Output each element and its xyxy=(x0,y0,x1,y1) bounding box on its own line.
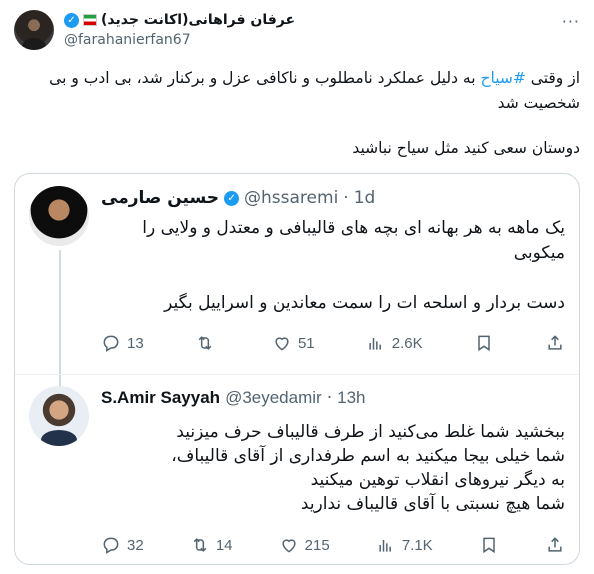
reply-handle[interactable]: @3eyedamir xyxy=(225,388,322,408)
like-icon xyxy=(282,539,296,553)
bookmark-button[interactable] xyxy=(479,535,499,555)
reply-line-1: ببخشید شما غلط می‌کنید از طرف قالیباف حر… xyxy=(176,422,565,442)
like-count: 215 xyxy=(304,536,330,554)
post-paragraph-1: از وقتی #سیاح به دلیل عملکرد نامطلوب و ن… xyxy=(14,66,580,116)
reply-time[interactable]: 13h xyxy=(337,388,365,408)
reply-author-name[interactable]: حسین صارمی xyxy=(101,188,219,208)
reply-text: ببخشید شما غلط می‌کنید از طرف قالیباف حر… xyxy=(101,420,565,516)
share-button[interactable] xyxy=(545,333,565,353)
reply-icon xyxy=(103,537,119,554)
views-icon xyxy=(379,540,391,552)
avatar[interactable] xyxy=(14,10,54,50)
more-icon[interactable]: ··· xyxy=(562,12,580,31)
quoted-reply[interactable]: S.Amir Sayyah @3eyedamir · 13h ببخشید شم… xyxy=(15,374,579,564)
views-count: 2.6K xyxy=(391,334,423,352)
post-header: ✓ عرفان فراهانی(اکانت جدید) @farahanierf… xyxy=(14,8,580,52)
bookmark-icon xyxy=(478,335,490,352)
share-icon xyxy=(548,537,562,552)
views-button[interactable]: 2.6K xyxy=(366,333,423,353)
reply-count: 32 xyxy=(127,536,144,554)
repost-icon xyxy=(193,538,207,552)
views-count: 7.1K xyxy=(401,536,433,554)
post-text: از وقتی #سیاح به دلیل عملکرد نامطلوب و ن… xyxy=(14,66,580,161)
views-icon xyxy=(369,338,381,350)
reply-paragraph-2: دست بردار و اسلحه ات را سمت معاندین و اس… xyxy=(164,293,565,313)
hashtag-link[interactable]: #سیاح xyxy=(480,69,525,87)
reply-count: 13 xyxy=(127,334,144,352)
reply-line-4: شما هیچ نسبتی با آقای قالیباف ندارید xyxy=(300,494,565,514)
reply-button[interactable]: 13 xyxy=(101,333,144,353)
avatar[interactable] xyxy=(29,386,89,446)
verified-icon: ✓ xyxy=(64,12,79,28)
reply-time[interactable]: 1d xyxy=(354,188,376,208)
action-bar: 32 14 215 7.1K xyxy=(101,534,565,556)
separator-dot: · xyxy=(343,188,349,208)
like-button[interactable]: 51 xyxy=(272,333,315,353)
reply-button[interactable]: 32 xyxy=(101,535,144,555)
reply-text: یک ماهه به هر بهانه ای بچه های قالیبافی … xyxy=(101,216,565,316)
views-button[interactable]: 7.1K xyxy=(376,535,433,555)
reply-icon xyxy=(103,335,119,352)
reply-line-2: شما خیلی بیجا میکنید به اسم طرفداری از آ… xyxy=(171,446,565,466)
repost-button[interactable] xyxy=(195,333,221,353)
post-paragraph-2: دوستان سعی کنید مثل سیاح نباشید xyxy=(352,139,580,157)
like-count: 51 xyxy=(297,334,315,352)
like-button[interactable]: 215 xyxy=(279,535,330,555)
reply-line-3: به دیگر نیروهای انقلاب توهین میکنید xyxy=(310,470,565,490)
repost-count: 14 xyxy=(215,536,233,554)
action-bar: 13 51 2.6K xyxy=(101,332,565,354)
bookmark-icon xyxy=(483,537,495,554)
reply-header: حسین صارمی ✓ @hssaremi · 1d xyxy=(101,188,375,208)
bookmark-button[interactable] xyxy=(474,333,494,353)
like-icon xyxy=(275,337,289,351)
iran-flag-icon xyxy=(83,14,97,26)
quoted-reply[interactable]: حسین صارمی ✓ @hssaremi · 1d یک ماهه به ه… xyxy=(15,174,579,374)
verified-icon: ✓ xyxy=(224,190,240,206)
author-line[interactable]: ✓ عرفان فراهانی(اکانت جدید) xyxy=(64,12,295,28)
reply-author-name[interactable]: S.Amir Sayyah xyxy=(101,388,220,408)
repost-button[interactable]: 14 xyxy=(190,535,233,555)
quoted-thread-card[interactable]: حسین صارمی ✓ @hssaremi · 1d یک ماهه به ه… xyxy=(14,173,580,565)
avatar[interactable] xyxy=(29,186,89,246)
reply-paragraph-1: یک ماهه به هر بهانه ای بچه های قالیبافی … xyxy=(142,218,565,263)
share-button[interactable] xyxy=(545,535,565,555)
text-prefix: از وقتی xyxy=(525,69,580,87)
reply-header: S.Amir Sayyah @3eyedamir · 13h xyxy=(101,388,365,408)
repost-icon xyxy=(198,336,212,350)
share-icon xyxy=(548,335,562,350)
author-handle[interactable]: @farahanierfan67 xyxy=(64,32,191,48)
separator-dot: · xyxy=(326,388,333,408)
reply-handle[interactable]: @hssaremi xyxy=(244,188,338,208)
author-name[interactable]: عرفان فراهانی(اکانت جدید) xyxy=(101,12,295,28)
